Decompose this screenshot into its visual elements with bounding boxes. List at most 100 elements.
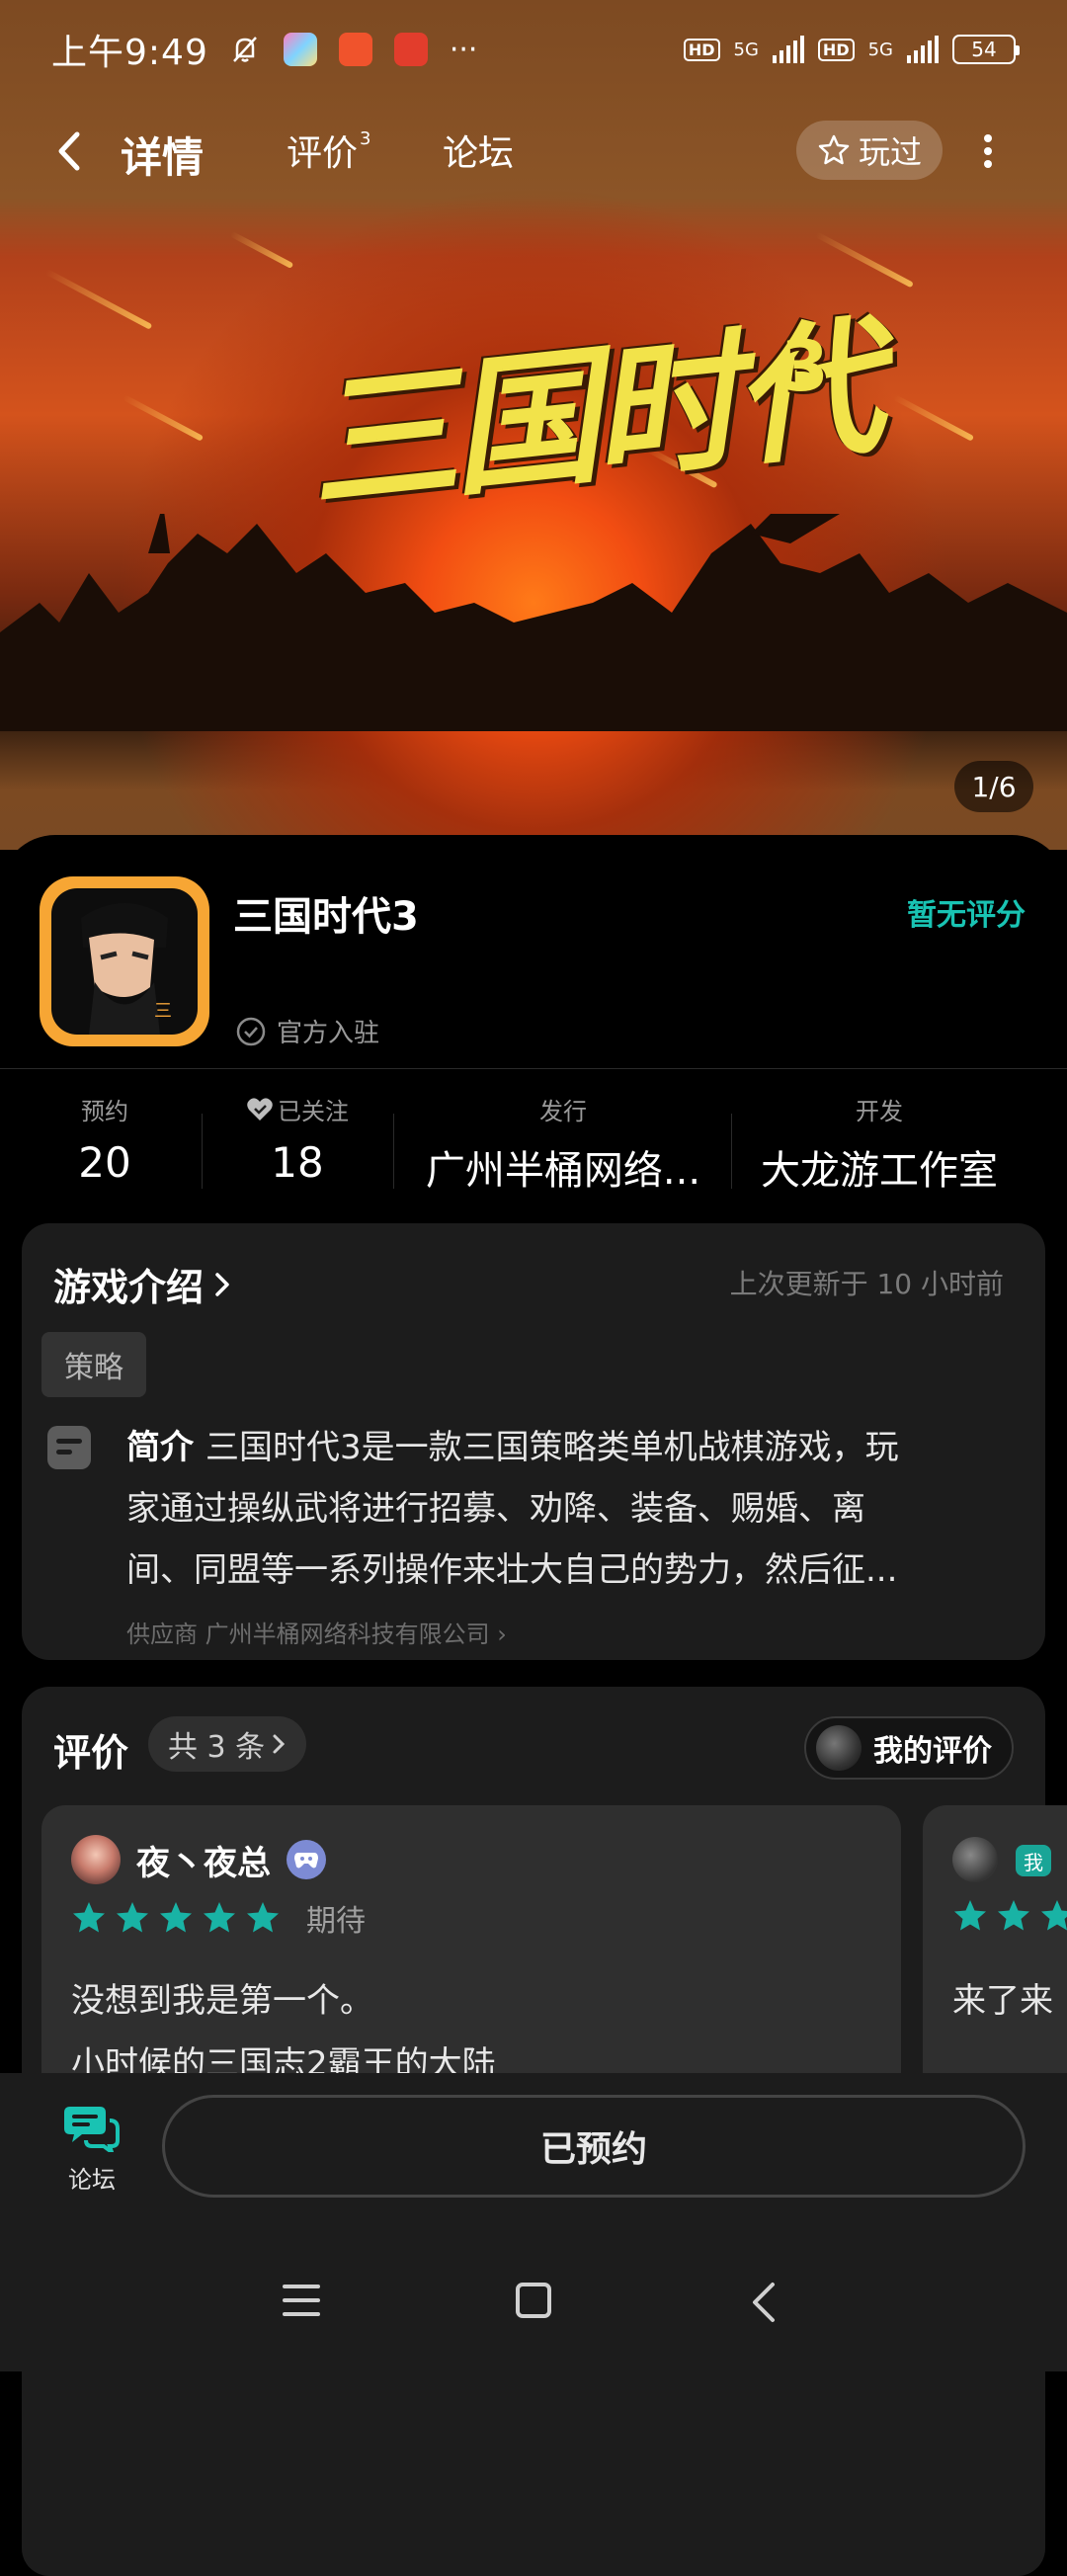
bottom-action-bar: 论坛 已预约 bbox=[0, 2073, 1067, 2371]
stat-publisher[interactable]: 发行 广州半桶网络... bbox=[413, 1092, 713, 1196]
status-bar: 上午9:49 ··· HD 5G HD 5G 54 bbox=[0, 0, 1067, 99]
home-icon[interactable] bbox=[514, 2281, 553, 2320]
divider bbox=[0, 1068, 1067, 1069]
game-icon: 三 bbox=[40, 876, 209, 1046]
banner-page-indicator: 1/6 bbox=[954, 761, 1033, 812]
hd-icon: HD bbox=[683, 38, 720, 61]
music-app-icon bbox=[393, 33, 428, 66]
stat-separator bbox=[202, 1114, 203, 1189]
stat-publisher-value: 广州半桶网络... bbox=[425, 1148, 701, 1194]
review-username: 夜丶夜总 bbox=[136, 1843, 271, 1883]
intro-title-text: 游戏介绍 bbox=[53, 1266, 205, 1309]
description-icon bbox=[47, 1426, 91, 1469]
star-outline-icon bbox=[818, 134, 850, 165]
game-intro-card[interactable]: 游戏介绍 上次更新于 10 小时前 策略 简介 三国时代3是一款三国策略类单机战棋… bbox=[22, 1223, 1045, 1660]
forum-button[interactable]: 论坛 bbox=[57, 2103, 126, 2195]
svg-text:三: 三 bbox=[154, 1001, 172, 1022]
meteor-streak bbox=[44, 269, 153, 330]
desc-line-2: 家通过操纵武将进行招募、劝降、装备、赐婚、离 bbox=[126, 1489, 865, 1529]
tab-forum[interactable]: 论坛 bbox=[443, 125, 514, 176]
star-icon bbox=[204, 1902, 235, 1933]
played-button[interactable]: 玩过 bbox=[796, 121, 943, 180]
played-label: 玩过 bbox=[858, 133, 922, 171]
reviews-count: 共 3 条 bbox=[168, 1730, 266, 1765]
stat-separator bbox=[393, 1114, 394, 1189]
game-name: 三国时代3 bbox=[233, 894, 419, 940]
star-icon bbox=[998, 1900, 1029, 1931]
reserved-button[interactable]: 已预约 bbox=[162, 2095, 1026, 2198]
status-time: 上午9:49 bbox=[51, 33, 208, 73]
banner-title-sup: 3 bbox=[780, 326, 829, 407]
review-text: 来了来 bbox=[952, 1981, 1053, 2021]
forum-label: 论坛 bbox=[68, 2166, 116, 2194]
star-icon bbox=[73, 1902, 105, 1933]
official-badge: 官方入驻 bbox=[235, 1013, 379, 1049]
stat-reservations-label: 预约 bbox=[81, 1098, 128, 1125]
notes-app-icon bbox=[338, 33, 372, 66]
stat-reservations: 预约 20 bbox=[45, 1092, 164, 1187]
more-vertical-icon[interactable] bbox=[978, 128, 998, 174]
tab-reviews-badge: 3 bbox=[360, 128, 371, 149]
stat-developer-label: 开发 bbox=[856, 1098, 903, 1125]
back-nav-icon[interactable] bbox=[749, 2281, 779, 2324]
game-info-panel: 三 三国时代3 暂无评分 官方入驻 预约 20 已关注 18 发行 广州半桶网络… bbox=[0, 835, 1067, 2576]
chevron-right-icon bbox=[215, 1272, 229, 1296]
army-silhouette bbox=[0, 514, 1067, 731]
review-tag: 期待 bbox=[306, 1904, 366, 1939]
supplier-link[interactable]: 供应商 广州半桶网络科技有限公司 › bbox=[126, 1615, 507, 1649]
genre-tag[interactable]: 策略 bbox=[41, 1332, 146, 1397]
desc-label: 简介 bbox=[126, 1428, 194, 1467]
system-nav-bar bbox=[0, 2261, 1067, 2350]
last-updated: 上次更新于 10 小时前 bbox=[729, 1268, 1004, 1300]
tab-details[interactable]: 详情 bbox=[121, 125, 205, 185]
forum-chat-icon bbox=[64, 2107, 120, 2152]
chevron-right-icon bbox=[273, 1734, 286, 1754]
stat-developer[interactable]: 开发 大龙游工作室 bbox=[743, 1092, 1016, 1196]
game-description: 简介 三国时代3是一款三国策略类单机战棋游戏，玩 家通过操纵武将进行招募、劝降、装… bbox=[126, 1417, 996, 1601]
stat-developer-value: 大龙游工作室 bbox=[761, 1148, 998, 1194]
signal-icon bbox=[772, 36, 804, 63]
menu-icon[interactable] bbox=[281, 2281, 322, 2320]
star-icon bbox=[160, 1902, 192, 1933]
stat-reservations-value: 20 bbox=[78, 1138, 131, 1187]
network-type-2: 5G bbox=[867, 39, 893, 60]
stats-row: 预约 20 已关注 18 发行 广州半桶网络... 开发 大龙游工作室 bbox=[0, 1092, 1067, 1201]
back-arrow-icon[interactable] bbox=[49, 126, 89, 176]
reviews-count-button[interactable]: 共 3 条 bbox=[148, 1716, 307, 1772]
desc-line-3: 间、同盟等一系列操作来壮大自己的势力，然后征... bbox=[126, 1550, 898, 1590]
review-line-1: 没想到我是第一个。 bbox=[71, 1981, 373, 2021]
star-icon bbox=[1041, 1900, 1067, 1931]
mute-bell-icon bbox=[232, 37, 257, 62]
gamer-badge-icon bbox=[287, 1840, 326, 1879]
review-badge: 我 bbox=[1016, 1845, 1051, 1876]
warrior-portrait-icon: 三 bbox=[81, 903, 172, 1035]
stat-separator bbox=[731, 1114, 732, 1189]
meteor-streak bbox=[229, 230, 294, 270]
intro-title[interactable]: 游戏介绍 bbox=[53, 1257, 233, 1311]
star-icon bbox=[117, 1902, 148, 1933]
tab-reviews-label: 评价 bbox=[287, 133, 359, 174]
stat-followers-label: 已关注 bbox=[278, 1098, 349, 1125]
signal-icon-2 bbox=[907, 36, 939, 63]
meteor-streak bbox=[892, 394, 975, 442]
avatar[interactable] bbox=[71, 1835, 121, 1884]
stat-followers-label-row: 已关注 bbox=[233, 1092, 362, 1126]
stat-followers-value: 18 bbox=[271, 1138, 324, 1187]
rating-stars: 期待 bbox=[71, 1896, 366, 1940]
top-nav: 详情 评价 3 论坛 玩过 bbox=[0, 107, 1067, 196]
official-label: 官方入驻 bbox=[277, 1019, 380, 1048]
stat-followers[interactable]: 已关注 18 bbox=[233, 1092, 362, 1187]
reviews-title: 评价 bbox=[53, 1731, 129, 1775]
tab-details-label: 详情 bbox=[121, 133, 205, 182]
tab-forum-label: 论坛 bbox=[443, 133, 515, 174]
avatar[interactable] bbox=[952, 1837, 998, 1882]
my-review-button[interactable]: 我的评价 bbox=[804, 1716, 1014, 1780]
meteor-streak bbox=[122, 394, 205, 442]
my-review-label: 我的评价 bbox=[873, 1734, 992, 1769]
heart-icon bbox=[247, 1097, 273, 1121]
review-user[interactable]: 夜丶夜总 bbox=[71, 1835, 326, 1884]
desc-line-1: 三国时代3是一款三国策略类单机战棋游戏，玩 bbox=[205, 1428, 899, 1467]
battery-level: 54 bbox=[971, 38, 997, 61]
tab-reviews[interactable]: 评价 3 bbox=[287, 125, 370, 176]
rating-status: 暂无评分 bbox=[907, 898, 1026, 933]
